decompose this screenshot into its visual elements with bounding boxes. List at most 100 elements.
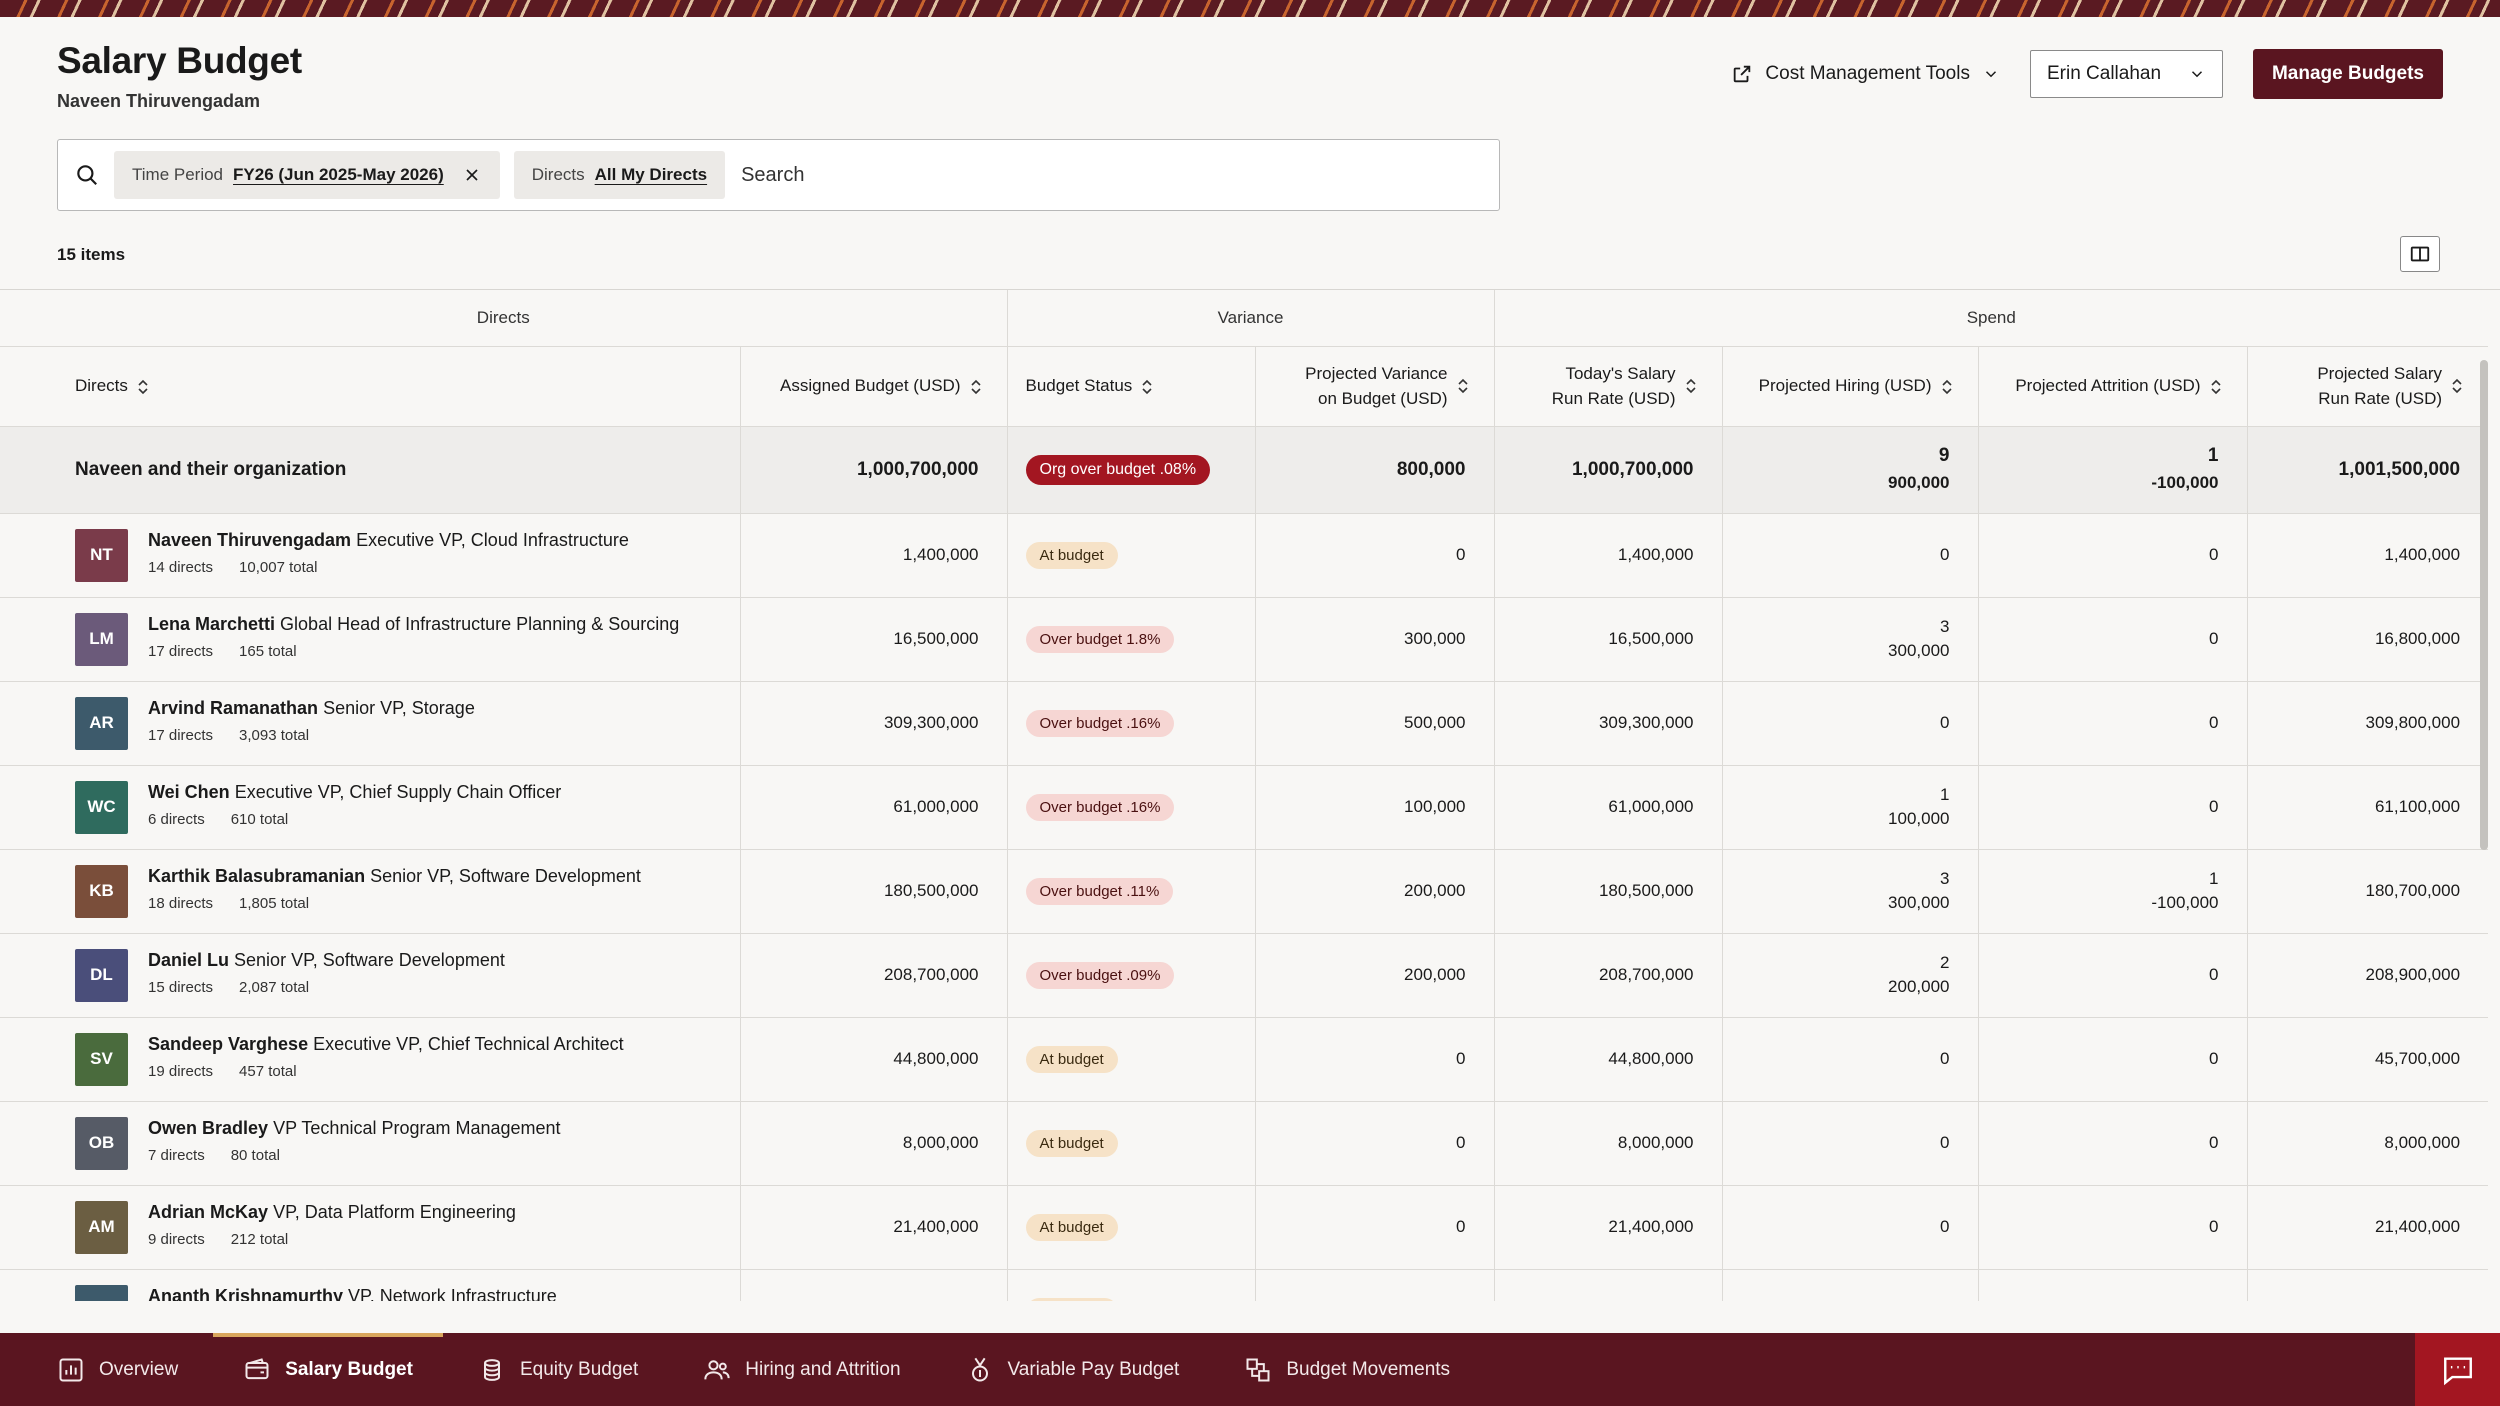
filter-search-bar[interactable]: Time Period FY26 (Jun 2025-May 2026) Dir… <box>57 139 1500 211</box>
projected-cell: 27,000,000 <box>2247 1269 2489 1301</box>
attrition-cell: 0 <box>1978 1269 2248 1301</box>
projected-cell: 16,800,000 <box>2247 597 2489 682</box>
directs-count: 9 directs <box>148 1230 205 1248</box>
close-icon[interactable] <box>462 165 482 185</box>
avatar: OB <box>75 1116 128 1170</box>
column-header-projected-variance[interactable]: Projected Variance on Budget (USD) <box>1255 346 1495 427</box>
chevron-down-icon <box>1985 71 1996 78</box>
runrate-cell: 1,400,000 <box>1494 513 1723 598</box>
table-row[interactable]: AK Ananth Krishnamurthy VP, Network Infr… <box>0 1269 2489 1302</box>
person-name[interactable]: Lena Marchetti Global Head of Infrastruc… <box>148 614 679 635</box>
person-cell[interactable]: DL Daniel Lu Senior VP, Software Develop… <box>0 933 741 1018</box>
runrate-cell: 180,500,000 <box>1494 849 1723 934</box>
person-cell[interactable]: AM Adrian McKay VP, Data Platform Engine… <box>0 1185 741 1270</box>
person-cell[interactable]: OB Owen Bradley VP Technical Program Man… <box>0 1101 741 1186</box>
column-toggle-button[interactable] <box>2400 236 2440 272</box>
budget-status-badge: Over budget .16% <box>1025 709 1175 737</box>
person-meta: 19 directs 457 total <box>148 1063 297 1080</box>
table-row[interactable]: AR Arvind Ramanathan Senior VP, Storage … <box>0 681 2489 766</box>
time-period-chip[interactable]: Time Period FY26 (Jun 2025-May 2026) <box>114 151 500 199</box>
nav-item-budget-movements[interactable]: Budget Movements <box>1244 1333 1450 1406</box>
table-row[interactable]: WC Wei Chen Executive VP, Chief Supply C… <box>0 765 2489 850</box>
nav-item-overview[interactable]: Overview <box>57 1333 178 1406</box>
table-row[interactable]: OB Owen Bradley VP Technical Program Man… <box>0 1101 2489 1186</box>
column-header-budget-status[interactable]: Budget Status <box>1007 346 1256 427</box>
person-cell[interactable]: NT Naveen Thiruvengadam Executive VP, Cl… <box>0 513 741 598</box>
sort-icon[interactable] <box>2450 377 2464 395</box>
search-input[interactable]: Search <box>741 164 804 187</box>
directs-filter-label: Directs <box>531 165 585 184</box>
column-header-assigned-budget[interactable]: Assigned Budget (USD) <box>740 346 1008 427</box>
person-cell[interactable]: LM Lena Marchetti Global Head of Infrast… <box>0 597 741 682</box>
person-cell[interactable]: AR Arvind Ramanathan Senior VP, Storage … <box>0 681 741 766</box>
person-name[interactable]: Adrian McKay VP, Data Platform Engineeri… <box>148 1202 516 1223</box>
table-row[interactable]: AM Adrian McKay VP, Data Platform Engine… <box>0 1185 2489 1270</box>
nav-item-hiring-and-attrition[interactable]: Hiring and Attrition <box>703 1333 901 1406</box>
table-scrollbar[interactable] <box>2480 360 2488 850</box>
sort-icon[interactable] <box>1140 378 1154 396</box>
avatar: AM <box>75 1200 128 1254</box>
table-row[interactable]: LM Lena Marchetti Global Head of Infrast… <box>0 597 2489 682</box>
avatar: AK <box>75 1284 128 1301</box>
sort-icon[interactable] <box>1684 377 1698 395</box>
sort-icon[interactable] <box>1940 378 1954 396</box>
nav-item-variable-pay-budget[interactable]: Variable Pay Budget <box>966 1333 1179 1406</box>
sort-icon[interactable] <box>969 378 983 396</box>
person-meta: 6 directs 610 total <box>148 811 288 828</box>
person-name[interactable]: Arvind Ramanathan Senior VP, Storage <box>148 698 475 719</box>
table-row[interactable]: KB Karthik Balasubramanian Senior VP, So… <box>0 849 2489 934</box>
budget-status-badge: At budget <box>1025 1129 1118 1157</box>
time-period-value[interactable]: FY26 (Jun 2025-May 2026) <box>233 165 444 185</box>
nav-label: Equity Budget <box>519 1358 639 1380</box>
org-hiring: 9 900,000 <box>1722 426 1979 514</box>
time-period-label: Time Period <box>132 165 224 184</box>
person-cell[interactable]: AK Ananth Krishnamurthy VP, Network Infr… <box>0 1269 741 1302</box>
person-name[interactable]: Naveen Thiruvengadam Executive VP, Cloud… <box>148 530 629 551</box>
directs-filter-value[interactable]: All My Directs <box>595 165 707 185</box>
user-select[interactable]: Erin Callahan <box>2029 50 2223 98</box>
person-name[interactable]: Karthik Balasubramanian Senior VP, Softw… <box>148 866 641 887</box>
person-meta: 9 directs 212 total <box>148 1231 288 1248</box>
assigned-budget-cell: 61,000,000 <box>740 765 1008 850</box>
org-runrate: 1,000,700,000 <box>1494 426 1723 514</box>
group-header-variance: Variance <box>1007 290 1495 347</box>
person-name[interactable]: Daniel Lu Senior VP, Software Developmen… <box>148 950 505 971</box>
person-name[interactable]: Sandeep Varghese Executive VP, Chief Tec… <box>148 1034 624 1055</box>
person-name[interactable]: Owen Bradley VP Technical Program Manage… <box>148 1118 561 1139</box>
nav-item-equity-budget[interactable]: Equity Budget <box>478 1333 638 1406</box>
column-header-directs[interactable]: Directs <box>0 346 741 427</box>
column-header-projected-attrition[interactable]: Projected Attrition (USD) <box>1978 346 2248 427</box>
person-name[interactable]: Ananth Krishnamurthy VP, Network Infrast… <box>148 1286 557 1302</box>
table-row[interactable]: NT Naveen Thiruvengadam Executive VP, Cl… <box>0 513 2489 598</box>
sort-icon[interactable] <box>2209 378 2223 396</box>
assigned-budget-cell: 180,500,000 <box>740 849 1008 934</box>
projected-cell: 61,100,000 <box>2247 765 2489 850</box>
table-row[interactable]: DL Daniel Lu Senior VP, Software Develop… <box>0 933 2489 1018</box>
person-cell[interactable]: WC Wei Chen Executive VP, Chief Supply C… <box>0 765 741 850</box>
sort-icon[interactable] <box>1456 377 1470 395</box>
manage-budgets-button[interactable]: Manage Budgets <box>2252 49 2443 99</box>
nav-item-salary-budget[interactable]: Salary Budget <box>213 1333 443 1406</box>
sort-icon[interactable] <box>136 378 150 396</box>
column-header-projected-run-rate[interactable]: Projected Salary Run Rate (USD) <box>2247 346 2489 427</box>
hiring-cell: 3 300,000 <box>1722 849 1979 934</box>
person-cell[interactable]: SV Sandeep Varghese Executive VP, Chief … <box>0 1017 741 1102</box>
column-header-projected-hiring[interactable]: Projected Hiring (USD) <box>1722 346 1979 427</box>
column-header-todays-run-rate[interactable]: Today's Salary Run Rate (USD) <box>1494 346 1723 427</box>
org-attrition: 1 -100,000 <box>1978 426 2248 514</box>
directs-chip[interactable]: Directs All My Directs <box>513 151 726 199</box>
page-subtitle: Naveen Thiruvengadam <box>57 91 261 111</box>
avatar: NT <box>75 528 128 582</box>
variance-cell: 0 <box>1255 513 1495 598</box>
nav-label: Overview <box>99 1358 179 1380</box>
budget-status-badge: Over budget .09% <box>1025 961 1175 989</box>
chat-button[interactable] <box>2415 1333 2500 1406</box>
table-row[interactable]: SV Sandeep Varghese Executive VP, Chief … <box>0 1017 2489 1102</box>
hiring-cell: 0 <box>1722 1101 1979 1186</box>
person-name[interactable]: Wei Chen Executive VP, Chief Supply Chai… <box>148 782 561 803</box>
variance-cell: 100,000 <box>1255 765 1495 850</box>
budget-status-badge: Over budget .11% <box>1025 877 1174 905</box>
directs-count: 15 directs <box>148 978 214 996</box>
cost-management-tools-menu[interactable]: Cost Management Tools <box>1731 63 2000 85</box>
person-cell[interactable]: KB Karthik Balasubramanian Senior VP, So… <box>0 849 741 934</box>
